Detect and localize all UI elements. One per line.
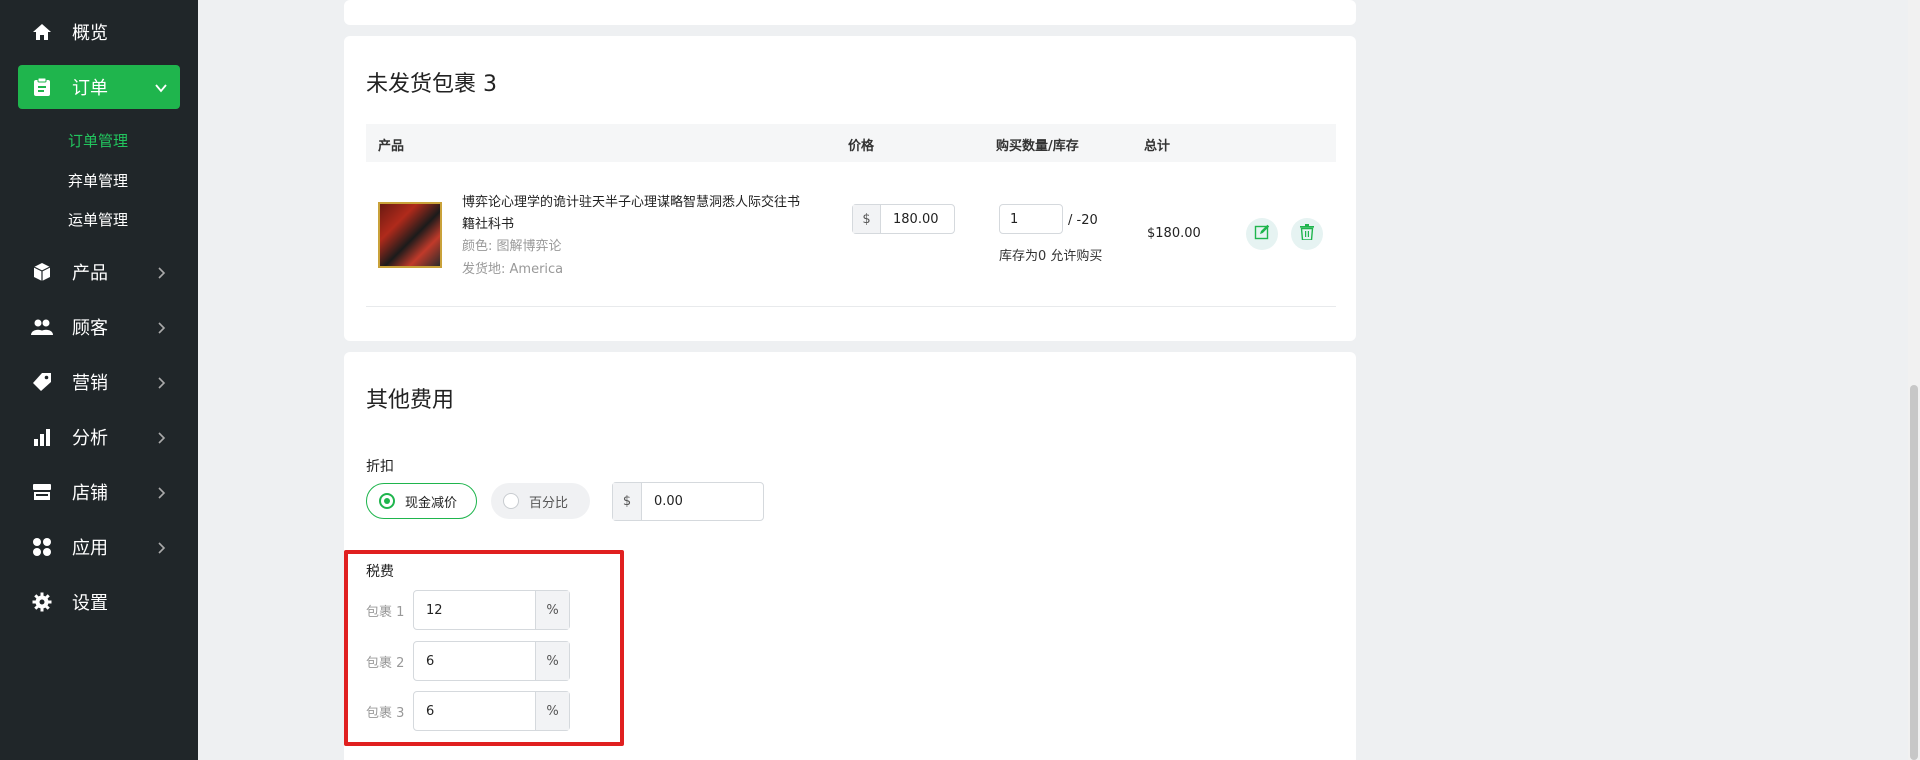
chevron-right-icon bbox=[154, 539, 168, 554]
sidebar-item-label: 分析 bbox=[72, 428, 108, 449]
sidebar-subitem-order-management[interactable]: 订单管理 bbox=[68, 130, 128, 151]
sidebar-item-label: 产品 bbox=[72, 263, 108, 284]
clipboard-icon bbox=[30, 75, 54, 99]
sidebar-item-label: 营销 bbox=[72, 373, 108, 394]
radio-unchecked-icon bbox=[503, 493, 519, 509]
package-title: 未发货包裹 3 bbox=[366, 72, 497, 97]
sidebar-subitem-shipments[interactable]: 运单管理 bbox=[68, 209, 128, 230]
currency-addon: $ bbox=[853, 205, 881, 233]
sidebar-item-label: 设置 bbox=[72, 593, 108, 614]
chevron-right-icon bbox=[154, 484, 168, 499]
price-input-group: $ 180.00 bbox=[852, 204, 955, 234]
table-header: 产品 价格 购买数量/库存 总计 bbox=[366, 124, 1336, 162]
quantity-value: 1 bbox=[1010, 211, 1019, 227]
quantity-input[interactable]: 1 bbox=[999, 204, 1063, 234]
price-input[interactable]: 180.00 bbox=[881, 212, 939, 227]
bar-chart-icon bbox=[30, 425, 54, 449]
chevron-right-icon bbox=[154, 374, 168, 389]
fees-title: 其他费用 bbox=[366, 388, 455, 413]
discount-option-percent[interactable]: 百分比 bbox=[491, 483, 590, 519]
discount-label: 折扣 bbox=[366, 459, 394, 475]
sidebar-item-label: 订单 bbox=[72, 78, 108, 99]
gear-icon bbox=[30, 590, 54, 614]
chevron-right-icon bbox=[154, 319, 168, 334]
discount-option-label: 现金减价 bbox=[405, 495, 458, 511]
apps-icon bbox=[30, 535, 54, 559]
sidebar: 概览 订单 订单管理 弃单管理 运单管理 产品 顾客 营销 分析 店铺 应用 设… bbox=[0, 0, 198, 760]
tax-highlight-box bbox=[344, 550, 624, 746]
chevron-down-icon bbox=[154, 79, 168, 93]
radio-checked-icon bbox=[379, 493, 395, 509]
chevron-right-icon bbox=[154, 429, 168, 444]
chevron-right-icon bbox=[154, 264, 168, 279]
sidebar-item-label: 店铺 bbox=[72, 483, 108, 504]
box-icon bbox=[30, 260, 54, 284]
sidebar-item-overview[interactable]: 概览 bbox=[18, 10, 180, 54]
delete-button[interactable] bbox=[1291, 218, 1323, 250]
header-price: 价格 bbox=[848, 139, 875, 154]
tag-icon bbox=[30, 370, 54, 394]
header-product: 产品 bbox=[378, 139, 405, 154]
header-total: 总计 bbox=[1144, 139, 1171, 154]
discount-value-input[interactable]: 0.00 bbox=[642, 494, 683, 509]
sidebar-item-label: 顾客 bbox=[72, 318, 108, 339]
discount-input-group: $ 0.00 bbox=[612, 482, 764, 521]
trash-icon bbox=[1300, 224, 1314, 244]
product-name-line2[interactable]: 籍社科书 bbox=[462, 213, 514, 232]
sidebar-item-customers[interactable]: 顾客 bbox=[18, 305, 180, 349]
product-name-line1[interactable]: 博弈论心理学的诡计驻天半子心理谋略智慧洞悉人际交往书 bbox=[462, 191, 800, 210]
store-icon bbox=[30, 480, 54, 504]
currency-addon: $ bbox=[613, 483, 642, 520]
sidebar-item-marketing[interactable]: 营销 bbox=[18, 360, 180, 404]
users-icon bbox=[30, 315, 54, 339]
product-ship-from: 发货地: America bbox=[462, 262, 564, 277]
edit-button[interactable] bbox=[1246, 218, 1278, 250]
edit-icon bbox=[1254, 224, 1270, 244]
sidebar-item-settings[interactable]: 设置 bbox=[18, 580, 180, 624]
sidebar-item-label: 应用 bbox=[72, 538, 108, 559]
row-total: $180.00 bbox=[1147, 226, 1201, 241]
sidebar-item-orders[interactable]: 订单 bbox=[18, 65, 180, 109]
product-variant: 颜色: 图解博弈论 bbox=[462, 239, 562, 254]
sidebar-item-products[interactable]: 产品 bbox=[18, 250, 180, 294]
package-card: 未发货包裹 3 产品 价格 购买数量/库存 总计 bbox=[344, 36, 1356, 341]
discount-option-cash[interactable]: 现金减价 bbox=[366, 483, 477, 519]
row-divider bbox=[366, 306, 1336, 307]
header-qty-stock: 购买数量/库存 bbox=[996, 139, 1079, 154]
sidebar-item-analytics[interactable]: 分析 bbox=[18, 415, 180, 459]
previous-card bbox=[344, 0, 1356, 25]
sidebar-item-apps[interactable]: 应用 bbox=[18, 525, 180, 569]
discount-option-label: 百分比 bbox=[529, 495, 569, 511]
stock-count: / -20 bbox=[1068, 213, 1098, 228]
scrollbar-thumb[interactable] bbox=[1910, 385, 1918, 760]
sidebar-subitem-abandoned-orders[interactable]: 弃单管理 bbox=[68, 170, 128, 191]
sidebar-item-label: 概览 bbox=[72, 23, 108, 44]
sidebar-item-store[interactable]: 店铺 bbox=[18, 470, 180, 514]
home-icon bbox=[30, 20, 54, 44]
stock-note: 库存为0 允许购买 bbox=[999, 249, 1103, 264]
product-thumbnail[interactable] bbox=[378, 202, 442, 268]
